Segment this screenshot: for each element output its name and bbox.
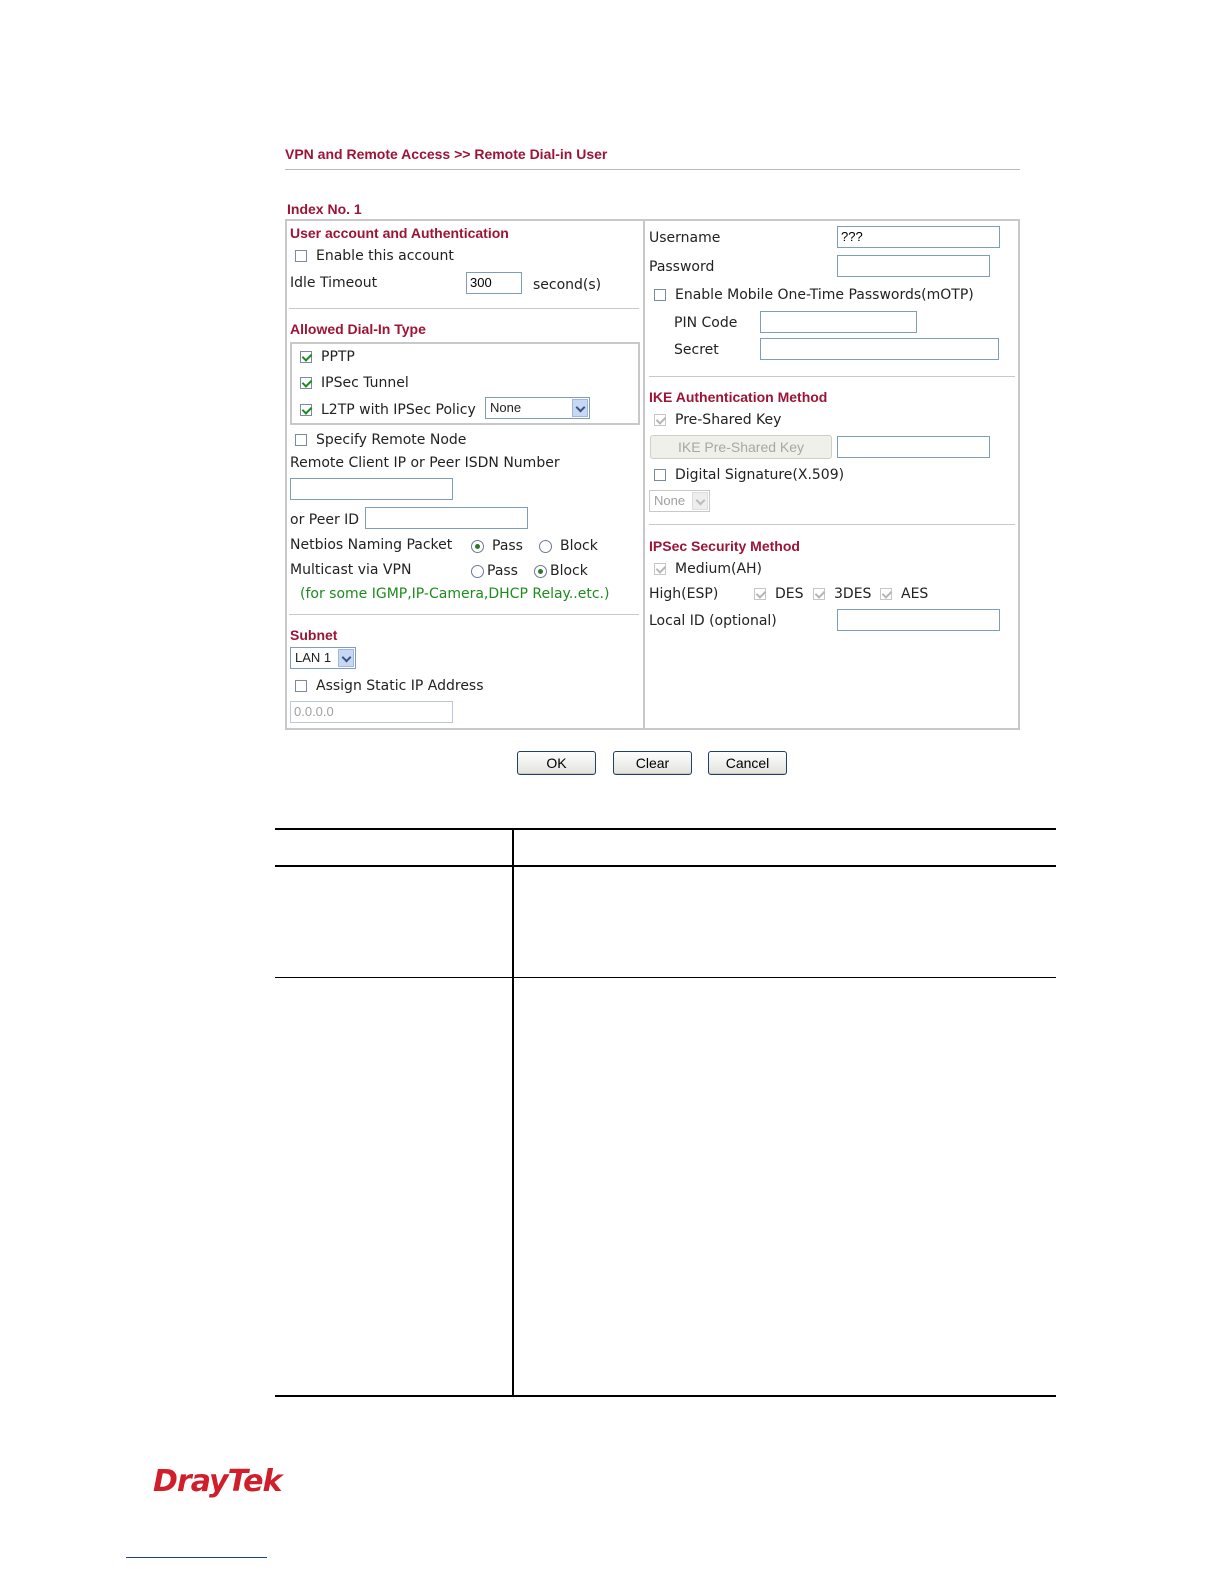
ike-psk-input[interactable] <box>837 436 990 458</box>
breadcrumb: VPN and Remote Access >> Remote Dial-in … <box>285 146 608 162</box>
table-row-rule <box>275 977 1056 978</box>
aes-label: AES <box>901 586 929 602</box>
section-divider <box>649 524 1015 525</box>
password-input[interactable] <box>837 255 990 277</box>
ipsec-tunnel-label: IPSec Tunnel <box>321 375 409 391</box>
table-column-divider <box>512 828 514 1397</box>
netbios-pass-label: Pass <box>492 538 523 554</box>
footer-rule <box>126 1557 267 1558</box>
local-id-input[interactable] <box>837 609 1000 631</box>
pptp-label: PPTP <box>321 349 355 365</box>
ok-button[interactable]: OK <box>517 751 596 775</box>
multicast-pass-label: Pass <box>487 563 518 579</box>
l2tp-policy-value: None <box>490 400 522 415</box>
breadcrumb-divider <box>285 169 1020 170</box>
section-divider <box>289 308 639 309</box>
enable-account-label: Enable this account <box>316 248 454 264</box>
local-id-label: Local ID (optional) <box>649 613 777 629</box>
subnet-title: Subnet <box>290 627 338 643</box>
3des-checkbox[interactable] <box>813 588 825 600</box>
section-divider <box>289 614 639 615</box>
assign-static-checkbox[interactable] <box>295 680 307 692</box>
table-header-rule <box>275 865 1056 867</box>
pin-code-input[interactable] <box>760 311 917 333</box>
motp-label: Enable Mobile One-Time Passwords(mOTP) <box>675 287 974 303</box>
index-number: Index No. 1 <box>287 201 362 217</box>
peer-id-label: or Peer ID <box>290 512 360 528</box>
pptp-checkbox[interactable] <box>300 351 312 363</box>
chevron-down-icon <box>692 492 708 510</box>
subnet-value: LAN 1 <box>295 650 332 665</box>
digital-signature-select[interactable]: None <box>649 490 710 512</box>
idle-timeout-unit: second(s) <box>533 277 602 293</box>
remote-ip-label: Remote Client IP or Peer ISDN Number <box>290 455 560 471</box>
ike-psk-button[interactable]: IKE Pre-Shared Key <box>650 435 832 459</box>
idle-timeout-label: Idle Timeout <box>290 275 378 291</box>
medium-ah-label: Medium(AH) <box>675 561 763 577</box>
specify-remote-checkbox[interactable] <box>295 434 307 446</box>
peer-id-input[interactable] <box>365 507 528 529</box>
l2tp-checkbox[interactable] <box>300 404 312 416</box>
des-label: DES <box>775 586 804 602</box>
dial-in-title: Allowed Dial-In Type <box>290 321 426 337</box>
chevron-down-icon <box>572 399 588 417</box>
psk-label: Pre-Shared Key <box>675 412 782 428</box>
netbios-label: Netbios Naming Packet <box>290 537 453 553</box>
ipsec-tunnel-checkbox[interactable] <box>300 377 312 389</box>
medium-ah-checkbox[interactable] <box>654 563 666 575</box>
subnet-select[interactable]: LAN 1 <box>290 647 356 669</box>
digital-signature-checkbox[interactable] <box>654 469 666 481</box>
l2tp-policy-select[interactable]: None <box>485 397 590 419</box>
idle-timeout-input[interactable]: 300 <box>466 272 522 294</box>
ipsec-security-title: IPSec Security Method <box>649 538 800 554</box>
pin-code-label: PIN Code <box>674 315 738 331</box>
netbios-pass-radio[interactable] <box>471 540 484 553</box>
digital-signature-label: Digital Signature(X.509) <box>675 467 845 483</box>
secret-label: Secret <box>674 342 719 358</box>
table-bottom-rule <box>275 1395 1056 1397</box>
draytek-logo: DrayTek <box>153 1464 282 1499</box>
static-ip-input[interactable]: 0.0.0.0 <box>290 701 453 723</box>
high-esp-label: High(ESP) <box>649 586 719 602</box>
3des-label: 3DES <box>834 586 872 602</box>
cancel-button[interactable]: Cancel <box>708 751 787 775</box>
digital-signature-value: None <box>654 493 686 508</box>
netbios-block-radio[interactable] <box>539 540 552 553</box>
multicast-note: (for some IGMP,IP-Camera,DHCP Relay..etc… <box>300 586 610 602</box>
table-top-rule <box>275 828 1056 830</box>
user-account-title: User account and Authentication <box>290 225 509 241</box>
enable-account-checkbox[interactable] <box>295 250 307 262</box>
ike-title: IKE Authentication Method <box>649 389 828 405</box>
multicast-pass-radio[interactable] <box>471 565 484 578</box>
specify-remote-label: Specify Remote Node <box>316 432 467 448</box>
multicast-block-radio[interactable] <box>534 565 547 578</box>
l2tp-label: L2TP with IPSec Policy <box>321 402 476 418</box>
psk-checkbox[interactable] <box>654 414 666 426</box>
password-label: Password <box>649 259 715 275</box>
motp-checkbox[interactable] <box>654 289 666 301</box>
secret-input[interactable] <box>760 338 999 360</box>
multicast-block-label: Block <box>550 563 588 579</box>
des-checkbox[interactable] <box>754 588 766 600</box>
remote-ip-input[interactable] <box>290 478 453 500</box>
multicast-label: Multicast via VPN <box>290 562 412 578</box>
username-input[interactable]: ??? <box>837 226 1000 248</box>
netbios-block-label: Block <box>560 538 598 554</box>
section-divider <box>649 376 1015 377</box>
chevron-down-icon <box>338 649 354 667</box>
aes-checkbox[interactable] <box>880 588 892 600</box>
username-label: Username <box>649 230 721 246</box>
assign-static-label: Assign Static IP Address <box>316 678 484 694</box>
clear-button[interactable]: Clear <box>613 751 692 775</box>
